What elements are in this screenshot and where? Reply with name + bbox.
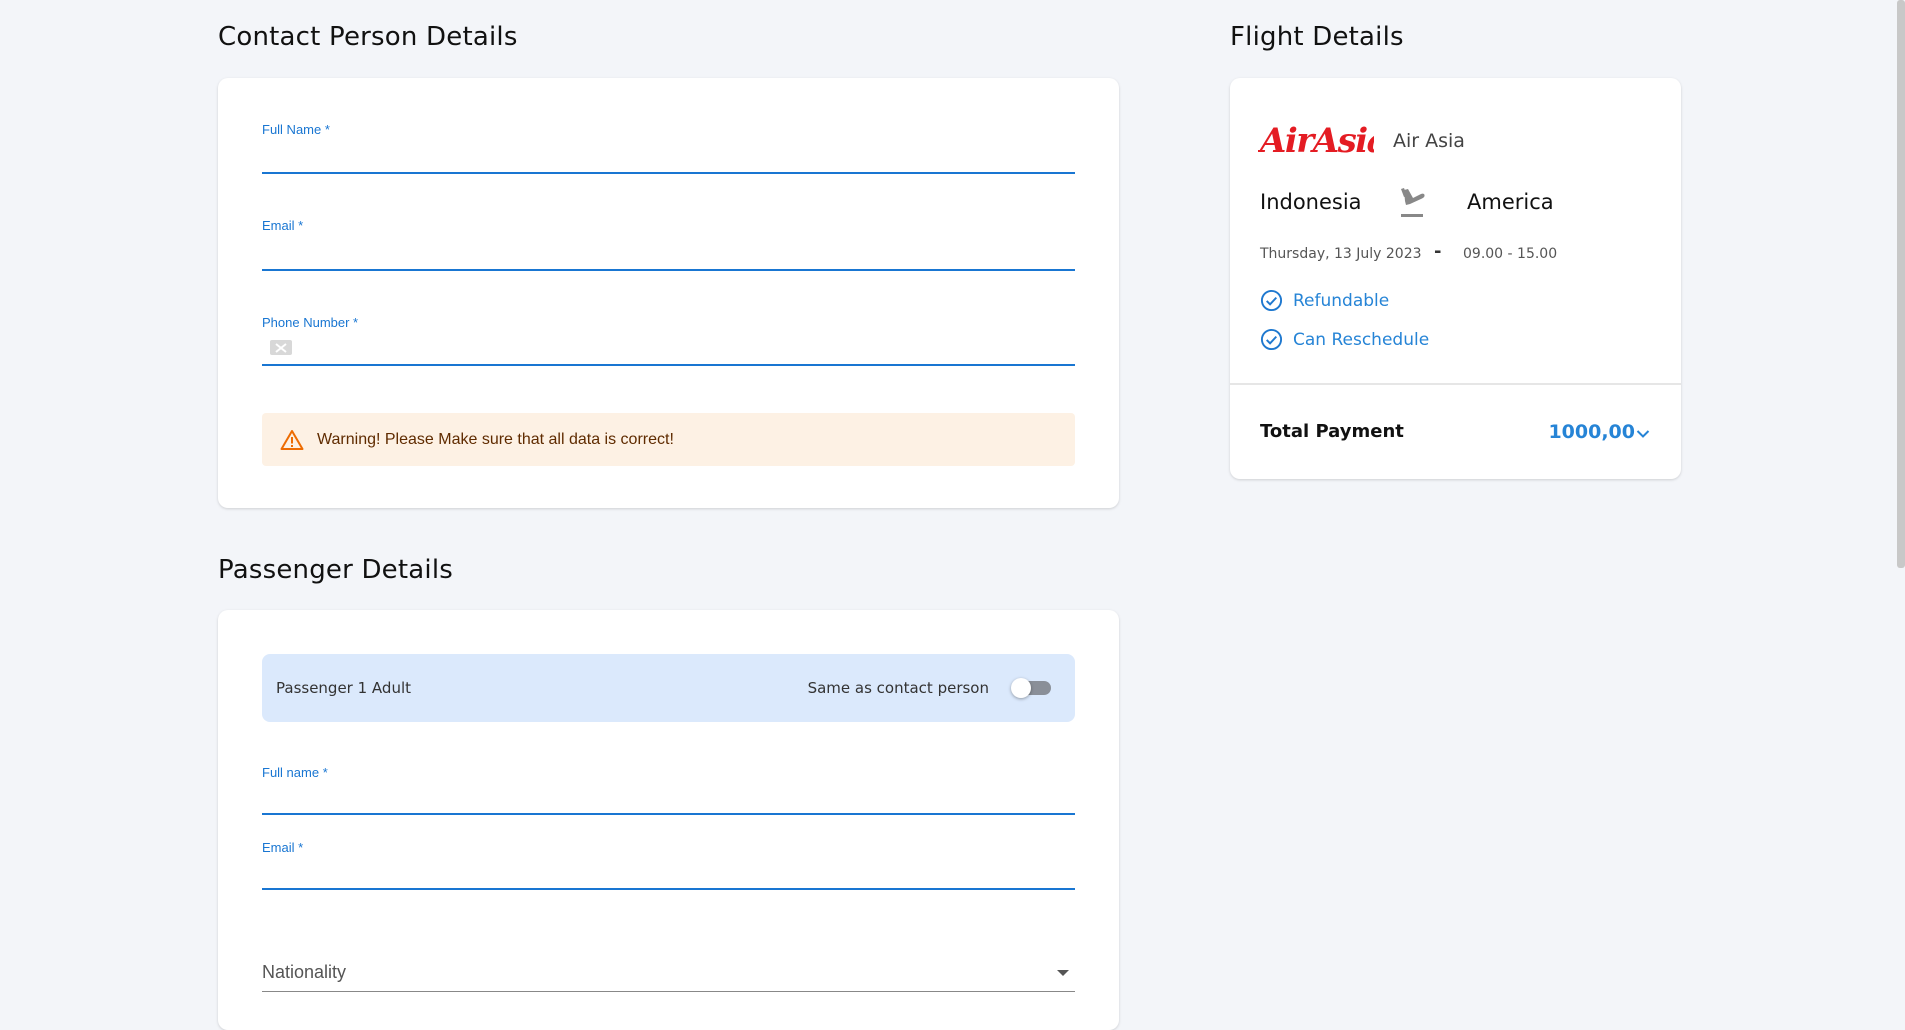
contact-full-name-underline (262, 172, 1075, 174)
nationality-placeholder: Nationality (262, 962, 347, 982)
passenger-email-field[interactable]: Email * (262, 840, 1075, 894)
passenger-full-name-input[interactable] (262, 787, 1075, 811)
contact-email-input[interactable] (262, 242, 1075, 266)
flight-time: 09.00 - 15.00 (1463, 246, 1558, 262)
refundable-feature: Refundable (1260, 289, 1389, 312)
passenger-email-input[interactable] (262, 862, 1075, 886)
destination-city: America (1467, 190, 1554, 214)
flight-card: AirAsia Air Asia Indonesia America Thurs… (1230, 78, 1681, 479)
flight-section-title: Flight Details (1230, 22, 1404, 52)
passenger-full-name-underline (262, 813, 1075, 815)
check-circle-icon (1260, 328, 1283, 351)
warning-text: Warning! Please Make sure that all data … (317, 430, 674, 448)
contact-email-field[interactable]: Email * (262, 218, 1075, 272)
warning-icon (280, 428, 304, 452)
flight-date: Thursday, 13 July 2023 (1260, 246, 1422, 262)
contact-email-underline (262, 269, 1075, 271)
contact-phone-underline (262, 364, 1075, 366)
toggle-thumb (1011, 678, 1031, 698)
passenger-header-bar: Passenger 1 Adult Same as contact person (262, 654, 1075, 722)
passenger-full-name-label: Full name * (262, 765, 328, 780)
date-time-separator: - (1434, 241, 1442, 262)
contact-email-label: Email * (262, 218, 304, 233)
country-flag-icon[interactable] (270, 340, 292, 355)
page-scrollbar[interactable] (1897, 0, 1905, 568)
contact-full-name-field[interactable]: Full Name * (262, 122, 1075, 176)
contact-phone-label: Phone Number * (262, 315, 359, 330)
origin-city: Indonesia (1260, 190, 1362, 214)
contact-full-name-label: Full Name * (262, 122, 330, 137)
airline-name: Air Asia (1393, 130, 1465, 152)
passenger-section-title: Passenger Details (218, 555, 454, 585)
check-circle-icon (1260, 289, 1283, 312)
contact-full-name-input[interactable] (262, 146, 1075, 170)
total-payment-label: Total Payment (1260, 421, 1404, 442)
total-payment-value: 1000,00 (1548, 421, 1635, 443)
dropdown-arrow-icon[interactable] (1057, 970, 1069, 976)
flight-landing-icon (1398, 186, 1428, 220)
contact-section-title: Contact Person Details (218, 22, 518, 52)
passenger-email-label: Email * (262, 840, 304, 855)
total-payment-toggle[interactable]: 1000,00 (1548, 421, 1635, 443)
reschedule-label: Can Reschedule (1293, 329, 1430, 350)
reschedule-feature: Can Reschedule (1260, 328, 1429, 351)
nationality-underline (262, 991, 1075, 992)
airline-logo: AirAsia (1258, 121, 1374, 161)
contact-card: Full Name * Email * Phone Number * Warni… (218, 78, 1119, 508)
passenger-card: Passenger 1 Adult Same as contact person… (218, 610, 1119, 1030)
contact-phone-field[interactable]: Phone Number * (262, 315, 1075, 369)
airline-logo-text: AirAsia (1258, 121, 1374, 161)
same-as-contact-label: Same as contact person (807, 679, 989, 697)
refundable-label: Refundable (1293, 290, 1390, 311)
passenger-title: Passenger 1 Adult (276, 679, 411, 697)
passenger-full-name-field[interactable]: Full name * (262, 765, 1075, 819)
warning-alert: Warning! Please Make sure that all data … (262, 413, 1075, 466)
chevron-down-icon[interactable] (1636, 429, 1650, 439)
contact-phone-input[interactable] (300, 337, 1075, 361)
flight-card-divider (1230, 383, 1681, 385)
nationality-select[interactable]: Nationality (262, 962, 1075, 1002)
same-as-contact-toggle[interactable] (1011, 678, 1051, 698)
passenger-email-underline (262, 888, 1075, 890)
